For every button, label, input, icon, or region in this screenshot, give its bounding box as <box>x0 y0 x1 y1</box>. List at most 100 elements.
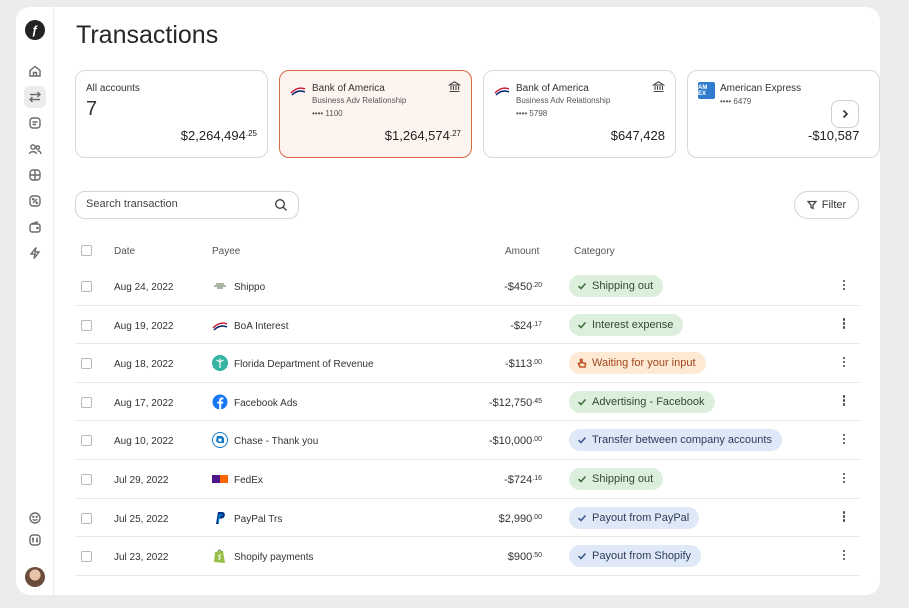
row-more-button[interactable] <box>840 432 848 448</box>
account-type: Business Adv Relationship <box>516 96 611 105</box>
bank-of-america-logo <box>494 87 510 96</box>
column-category[interactable]: Category <box>574 246 615 257</box>
account-balance: $647,428 <box>610 128 665 143</box>
percent-icon <box>29 195 41 207</box>
search-icon[interactable] <box>274 198 288 212</box>
row-payee: Florida Department of Revenue <box>234 359 374 371</box>
check-icon <box>577 282 587 290</box>
table-row[interactable]: Jul 29, 2022 FedEx -$724.16 Shipping out <box>75 460 860 499</box>
account-card-boa-5798[interactable]: Bank of America Business Adv Relationshi… <box>483 70 676 158</box>
table-row[interactable]: Aug 18, 2022 Florida Department of Reven… <box>75 344 860 383</box>
category-tag[interactable]: Shipping out <box>569 275 664 297</box>
table-row[interactable]: Aug 17, 2022 Facebook Ads -$12,750.45 Ad… <box>75 383 860 422</box>
row-payee: Shippo <box>234 282 266 293</box>
bank-name: Bank of America <box>312 83 385 94</box>
nav-grid[interactable] <box>24 164 46 186</box>
row-date: Aug 19, 2022 <box>114 320 174 332</box>
row-more-button[interactable] <box>840 510 848 526</box>
row-payee: Facebook Ads <box>234 397 298 409</box>
palm-tree-icon <box>212 355 228 372</box>
shopify-icon <box>212 548 228 564</box>
row-checkbox[interactable] <box>81 281 92 292</box>
category-tag[interactable]: Shipping out <box>569 467 664 490</box>
check-icon <box>577 553 587 560</box>
cards-next-button[interactable] <box>831 100 859 128</box>
nav-automations[interactable] <box>24 242 46 264</box>
app-logo[interactable]: ƒ <box>25 20 45 40</box>
row-payee: PayPal Trs <box>234 513 283 525</box>
account-balance: $2,264,494.25 <box>180 128 257 143</box>
amex-logo: AM EX <box>698 82 715 99</box>
row-date: Aug 18, 2022 <box>114 359 174 371</box>
row-date: Aug 24, 2022 <box>114 282 174 293</box>
row-checkbox[interactable] <box>81 319 92 331</box>
document-icon <box>29 117 41 129</box>
nav-percent[interactable] <box>24 190 46 212</box>
user-avatar[interactable] <box>25 567 45 587</box>
category-tag[interactable]: Payout from Shopify <box>569 545 702 568</box>
nav-documents[interactable] <box>24 112 46 134</box>
row-checkbox[interactable] <box>81 435 92 447</box>
table-row[interactable]: Jul 23, 2022 Shopify payments $900.50 Pa… <box>75 537 860 576</box>
row-more-button[interactable] <box>840 317 848 333</box>
row-more-button[interactable] <box>840 548 848 564</box>
filter-label: Filter <box>821 199 847 211</box>
table-row[interactable]: Aug 19, 2022 BoA Interest -$24.17 Intere… <box>75 306 860 345</box>
home-icon <box>29 65 41 77</box>
row-amount: -$113.00 <box>504 358 542 371</box>
row-date: Jul 29, 2022 <box>114 474 169 486</box>
table-row[interactable]: Aug 24, 2022 Shippo -$450.20 Shipping ou… <box>75 267 860 306</box>
row-checkbox[interactable] <box>81 396 92 408</box>
filter-button[interactable]: Filter <box>794 191 859 219</box>
paypal-icon <box>212 510 228 526</box>
bank-name: American Express <box>720 83 802 94</box>
filter-icon <box>806 200 817 210</box>
search-box <box>75 191 299 219</box>
row-checkbox[interactable] <box>81 473 92 485</box>
nav-transactions[interactable] <box>24 86 46 108</box>
check-icon <box>577 398 587 406</box>
wallet-icon <box>29 221 41 233</box>
transactions-table: Date Payee Amount Category Aug 24, 2022 … <box>75 235 860 576</box>
nav-home[interactable] <box>24 60 46 82</box>
row-more-button[interactable] <box>840 394 848 410</box>
row-checkbox[interactable] <box>81 512 92 524</box>
chase-icon <box>212 432 228 449</box>
bolt-icon <box>29 247 41 259</box>
category-tag[interactable]: Waiting for your input <box>569 352 706 375</box>
hand-pointer-icon <box>577 358 587 368</box>
account-card-all[interactable]: All accounts 7 $2,264,494.25 <box>75 70 268 158</box>
table-row[interactable]: Jul 25, 2022 PayPal Trs $2,990.00 Payout… <box>75 499 860 538</box>
account-card-boa-1100[interactable]: Bank of America Business Adv Relationshi… <box>279 70 472 158</box>
account-mask: •••• 6479 <box>720 97 752 106</box>
nav-help[interactable] <box>24 507 46 529</box>
bank-name: Bank of America <box>516 83 589 94</box>
shippo-icon <box>212 278 228 294</box>
row-checkbox[interactable] <box>81 551 92 563</box>
table-row[interactable]: Aug 10, 2022 Chase - Thank you -$10,000.… <box>75 421 860 460</box>
account-mask: •••• 1100 <box>312 109 343 118</box>
column-amount[interactable]: Amount <box>505 246 539 257</box>
settings-icon <box>29 534 41 546</box>
account-card-label: All accounts <box>86 83 140 94</box>
column-payee[interactable]: Payee <box>212 246 240 257</box>
nav-settings[interactable] <box>24 529 46 551</box>
search-input[interactable] <box>86 198 266 210</box>
row-date: Jul 23, 2022 <box>114 552 169 564</box>
select-all-checkbox[interactable] <box>81 245 92 256</box>
column-date[interactable]: Date <box>114 246 135 257</box>
check-icon <box>577 514 587 522</box>
chevron-right-icon <box>842 109 849 119</box>
nav-wallet[interactable] <box>24 216 46 238</box>
row-more-button[interactable] <box>840 355 848 371</box>
category-tag[interactable]: Interest expense <box>569 313 684 336</box>
row-checkbox[interactable] <box>81 358 92 370</box>
category-tag[interactable]: Advertising - Facebook <box>569 390 715 413</box>
boa-icon <box>212 317 228 333</box>
row-more-button[interactable] <box>840 278 848 294</box>
nav-people[interactable] <box>24 138 46 160</box>
row-more-button[interactable] <box>840 471 848 487</box>
check-icon <box>577 437 587 445</box>
category-tag[interactable]: Transfer between company accounts <box>569 429 782 452</box>
category-tag[interactable]: Payout from PayPal <box>569 506 700 529</box>
